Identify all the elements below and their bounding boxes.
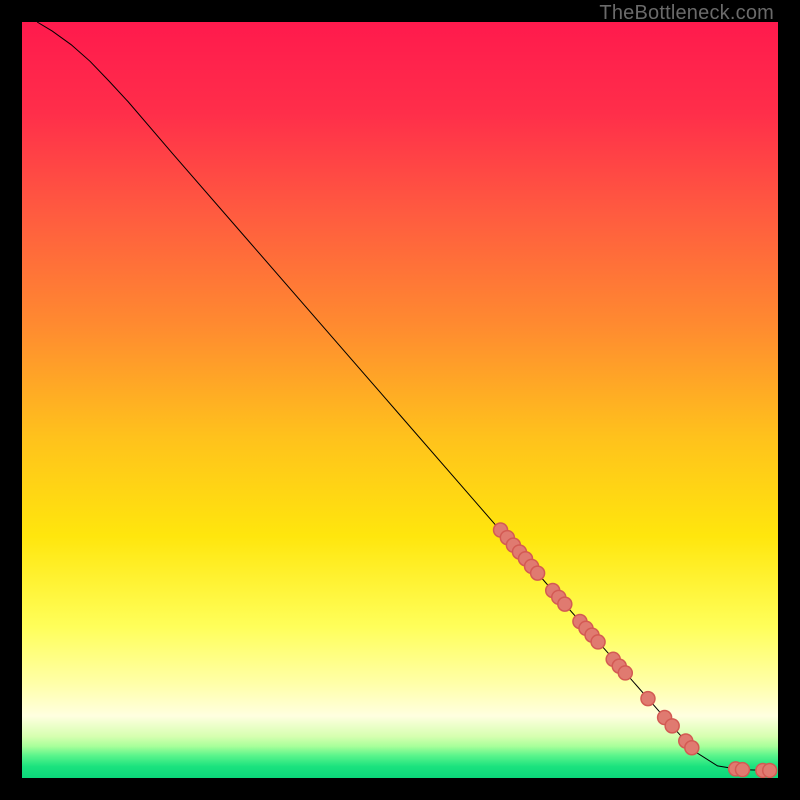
marker-point	[735, 763, 749, 777]
marker-point	[763, 763, 777, 777]
marker-point	[685, 741, 699, 755]
chart-frame	[22, 22, 778, 778]
marker-point	[641, 692, 655, 706]
marker-point	[665, 719, 679, 733]
attribution-text: TheBottleneck.com	[599, 2, 774, 25]
marker-point	[558, 597, 572, 611]
gradient-background	[22, 22, 778, 778]
marker-point	[531, 566, 545, 580]
marker-point	[618, 666, 632, 680]
marker-point	[591, 635, 605, 649]
bottleneck-curve-plot	[22, 22, 778, 778]
